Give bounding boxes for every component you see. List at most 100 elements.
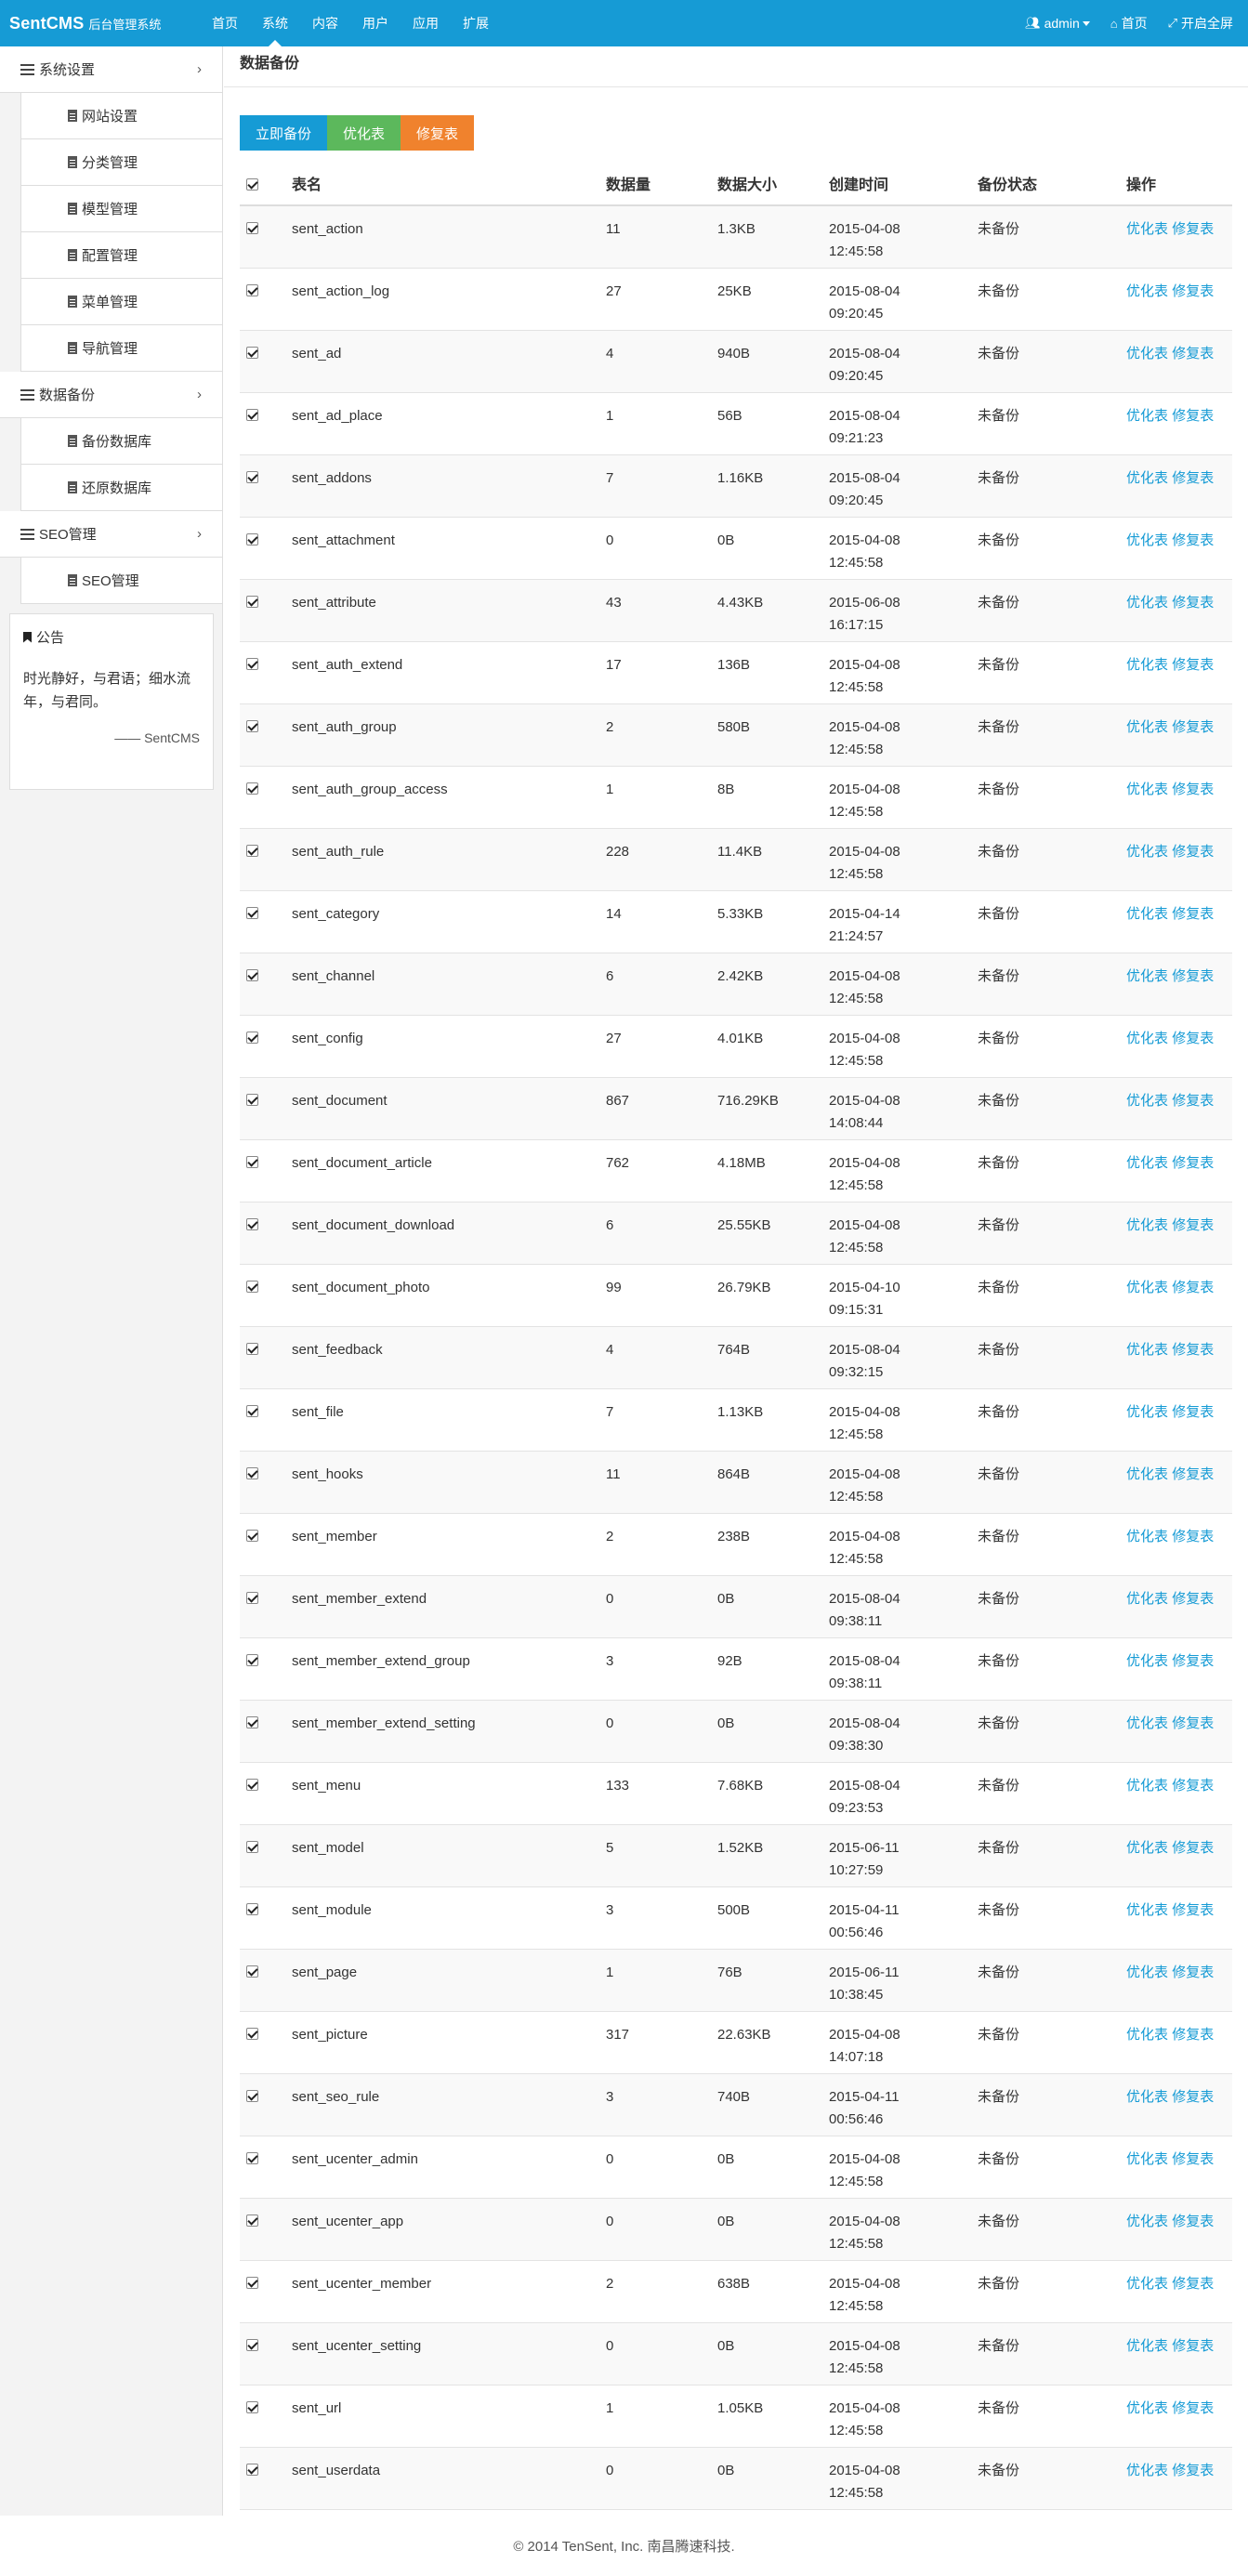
optimize-table-link[interactable]: 优化表 — [1126, 1840, 1168, 1856]
repair-table-link[interactable]: 修复表 — [1172, 408, 1214, 424]
row-checkbox[interactable] — [246, 1405, 258, 1417]
row-checkbox[interactable] — [246, 347, 258, 359]
sidebar-item[interactable]: 分类管理 — [20, 139, 222, 186]
nav-link[interactable]: 首页 — [200, 0, 250, 46]
row-checkbox[interactable] — [246, 907, 258, 919]
repair-table-link[interactable]: 修复表 — [1172, 2089, 1214, 2105]
row-checkbox[interactable] — [246, 1903, 258, 1915]
optimize-table-link[interactable]: 优化表 — [1126, 2400, 1168, 2416]
optimize-table-link[interactable]: 优化表 — [1126, 470, 1168, 486]
repair-table-link[interactable]: 修复表 — [1172, 1529, 1214, 1544]
repair-table-link[interactable]: 修复表 — [1172, 2276, 1214, 2292]
sidebar-item[interactable]: 备份数据库 — [20, 418, 222, 465]
sidebar-item[interactable]: 菜单管理 — [20, 279, 222, 325]
sidebar-item[interactable]: 还原数据库 — [20, 465, 222, 511]
optimize-table-link[interactable]: 优化表 — [1126, 283, 1168, 299]
optimize-table-link[interactable]: 优化表 — [1126, 1653, 1168, 1669]
repair-table-link[interactable]: 修复表 — [1172, 719, 1214, 735]
row-checkbox[interactable] — [246, 1218, 258, 1230]
optimize-table-link[interactable]: 优化表 — [1126, 968, 1168, 984]
repair-table-link[interactable]: 修复表 — [1172, 657, 1214, 673]
optimize-table-link[interactable]: 优化表 — [1126, 1404, 1168, 1420]
sidebar-item[interactable]: 模型管理 — [20, 186, 222, 232]
optimize-table-link[interactable]: 优化表 — [1126, 346, 1168, 361]
repair-table-link[interactable]: 修复表 — [1172, 1093, 1214, 1109]
home-link[interactable]: ⌂ 首页 — [1110, 14, 1148, 33]
repair-table-link[interactable]: 修复表 — [1172, 346, 1214, 361]
optimize-table-link[interactable]: 优化表 — [1126, 1529, 1168, 1544]
optimize-table-link[interactable]: 优化表 — [1126, 2151, 1168, 2167]
repair-table-link[interactable]: 修复表 — [1172, 906, 1214, 922]
brand[interactable]: SentCMS 后台管理系统 — [0, 14, 186, 33]
repair-table-link[interactable]: 修复表 — [1172, 1280, 1214, 1295]
repair-table-link[interactable]: 修复表 — [1172, 595, 1214, 611]
row-checkbox[interactable] — [246, 2464, 258, 2476]
nav-link[interactable]: 内容 — [300, 0, 350, 46]
row-checkbox[interactable] — [246, 1094, 258, 1106]
optimize-table-link[interactable]: 优化表 — [1126, 782, 1168, 797]
select-all-checkbox[interactable] — [246, 177, 258, 191]
row-checkbox[interactable] — [246, 1343, 258, 1355]
repair-table-link[interactable]: 修复表 — [1172, 1466, 1214, 1482]
fullscreen-toggle[interactable]: ⤢ 开启全屏 — [1168, 14, 1233, 33]
optimize-table-link[interactable]: 优化表 — [1126, 1778, 1168, 1794]
row-checkbox[interactable] — [246, 1779, 258, 1791]
row-checkbox[interactable] — [246, 1032, 258, 1044]
user-menu[interactable]: 👥︎ admin — [1025, 16, 1090, 31]
row-checkbox[interactable] — [246, 471, 258, 483]
repair-table-link[interactable]: 修复表 — [1172, 283, 1214, 299]
nav-link[interactable]: 应用 — [401, 0, 451, 46]
row-checkbox[interactable] — [246, 1281, 258, 1293]
nav-link[interactable]: 系统 — [250, 0, 300, 46]
optimize-table-link[interactable]: 优化表 — [1126, 844, 1168, 860]
optimize-table-link[interactable]: 优化表 — [1126, 657, 1168, 673]
optimize-table-link[interactable]: 优化表 — [1126, 532, 1168, 548]
repair-table-button[interactable]: 修复表 — [401, 115, 475, 151]
repair-table-link[interactable]: 修复表 — [1172, 2151, 1214, 2167]
row-checkbox[interactable] — [246, 1592, 258, 1604]
repair-table-link[interactable]: 修复表 — [1172, 1715, 1214, 1731]
row-checkbox[interactable] — [246, 533, 258, 545]
row-checkbox[interactable] — [246, 845, 258, 857]
row-checkbox[interactable] — [246, 1654, 258, 1666]
row-checkbox[interactable] — [246, 2401, 258, 2413]
repair-table-link[interactable]: 修复表 — [1172, 470, 1214, 486]
repair-table-link[interactable]: 修复表 — [1172, 2400, 1214, 2416]
optimize-table-link[interactable]: 优化表 — [1126, 2214, 1168, 2229]
row-checkbox[interactable] — [246, 2090, 258, 2102]
repair-table-link[interactable]: 修复表 — [1172, 1902, 1214, 1918]
backup-now-button[interactable]: 立即备份 — [240, 115, 328, 151]
repair-table-link[interactable]: 修复表 — [1172, 221, 1214, 237]
row-checkbox[interactable] — [246, 1467, 258, 1479]
row-checkbox[interactable] — [246, 1530, 258, 1542]
row-checkbox[interactable] — [246, 1841, 258, 1853]
repair-table-link[interactable]: 修复表 — [1172, 2027, 1214, 2043]
repair-table-link[interactable]: 修复表 — [1172, 1342, 1214, 1358]
row-checkbox[interactable] — [246, 1716, 258, 1728]
optimize-table-link[interactable]: 优化表 — [1126, 1155, 1168, 1171]
row-checkbox[interactable] — [246, 2339, 258, 2351]
optimize-table-link[interactable]: 优化表 — [1126, 408, 1168, 424]
row-checkbox[interactable] — [246, 2028, 258, 2040]
optimize-table-link[interactable]: 优化表 — [1126, 2089, 1168, 2105]
sidebar-group-header[interactable]: SEO管理 › — [0, 511, 222, 558]
optimize-table-link[interactable]: 优化表 — [1126, 1965, 1168, 1980]
repair-table-link[interactable]: 修复表 — [1172, 1653, 1214, 1669]
optimize-table-link[interactable]: 优化表 — [1126, 1466, 1168, 1482]
row-checkbox[interactable] — [246, 1156, 258, 1168]
optimize-table-link[interactable]: 优化表 — [1126, 2463, 1168, 2478]
repair-table-link[interactable]: 修复表 — [1172, 968, 1214, 984]
row-checkbox[interactable] — [246, 284, 258, 296]
row-checkbox[interactable] — [246, 1965, 258, 1978]
optimize-table-link[interactable]: 优化表 — [1126, 2027, 1168, 2043]
repair-table-link[interactable]: 修复表 — [1172, 1778, 1214, 1794]
optimize-table-link[interactable]: 优化表 — [1126, 2338, 1168, 2354]
row-checkbox[interactable] — [246, 2215, 258, 2227]
repair-table-link[interactable]: 修复表 — [1172, 1965, 1214, 1980]
sidebar-item[interactable]: 网站设置 — [20, 93, 222, 139]
row-checkbox[interactable] — [246, 720, 258, 732]
nav-link[interactable]: 扩展 — [451, 0, 501, 46]
repair-table-link[interactable]: 修复表 — [1172, 782, 1214, 797]
optimize-table-link[interactable]: 优化表 — [1126, 1093, 1168, 1109]
row-checkbox[interactable] — [246, 782, 258, 795]
